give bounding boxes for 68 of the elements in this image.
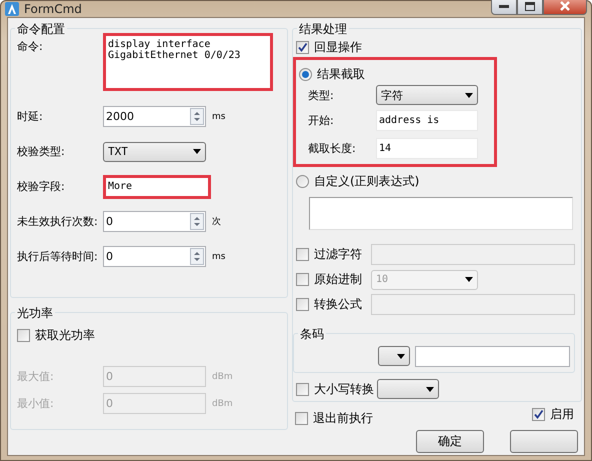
command-field[interactable]: display interface GigabitEthernet 0/0/23 — [103, 33, 273, 91]
maximize-icon — [525, 2, 535, 10]
text-field[interactable] — [415, 346, 570, 366]
spin-field[interactable]: 0 — [103, 211, 206, 232]
field-label: 校验字段: — [16, 179, 66, 194]
group-title: 光功率 — [15, 305, 55, 322]
checkbox-label: 退出前执行 — [313, 410, 373, 426]
spin-arrows-icon — [190, 213, 204, 230]
unit-label: ms — [212, 252, 226, 262]
field-label: 时延: — [16, 109, 44, 124]
unit-label: ms — [212, 112, 226, 122]
unit-label: dBm — [212, 372, 233, 382]
checkbox[interactable] — [532, 408, 545, 420]
checkbox-label: 大小写转换 — [314, 380, 374, 398]
field-label: 开始: — [307, 112, 335, 128]
text-field[interactable]: 14 — [376, 138, 478, 158]
check-mark-icon — [533, 408, 544, 420]
app-icon — [5, 2, 19, 16]
checkbox-label: 原始进制 — [314, 271, 362, 288]
caret-icon — [397, 354, 405, 358]
close-button[interactable] — [543, 0, 587, 15]
text-field[interactable]: address is — [376, 110, 478, 130]
caret-icon — [465, 92, 473, 98]
checkbox-label: 转换公式 — [314, 296, 362, 313]
minimize-button[interactable] — [491, 0, 517, 15]
field-label: 截取长度: — [307, 140, 357, 156]
regex-field[interactable] — [309, 197, 573, 230]
spin-arrows-icon — [190, 108, 204, 125]
text-field[interactable]: More — [103, 174, 211, 198]
unit-label: dBm — [212, 398, 233, 408]
field-label: 校验类型: — [16, 144, 66, 159]
field-label: 未生效执行次数: — [16, 214, 99, 229]
checkbox-label: 回显操作 — [314, 38, 362, 56]
field-label: 类型: — [307, 88, 335, 102]
radio-dot-icon — [300, 68, 311, 80]
radio-label: 自定义(正则表达式) — [314, 172, 420, 190]
field-label: 最小值: — [16, 396, 55, 411]
caret-icon — [426, 386, 434, 392]
check-mark-icon — [297, 42, 308, 52]
dropdown[interactable]: 字符 — [376, 85, 478, 105]
checkbox-label: 启用 — [550, 406, 574, 422]
radio-label: 结果截取 — [317, 66, 365, 82]
maximize-button[interactable] — [517, 0, 543, 15]
dropdown[interactable] — [378, 346, 410, 366]
spin-arrows-icon — [190, 248, 204, 265]
checkbox[interactable] — [296, 40, 309, 54]
dropdown[interactable]: TXT — [103, 142, 206, 162]
caret-icon — [193, 149, 201, 154]
dialog-button[interactable]: 确定 — [416, 430, 484, 453]
group-title: 命令配置 — [15, 21, 67, 38]
checkbox-label: 过滤字符 — [314, 246, 362, 263]
window-title: FormCmd — [24, 2, 82, 16]
unit-label: 次 — [212, 216, 221, 228]
checkbox[interactable] — [296, 382, 309, 396]
radio-button[interactable] — [296, 174, 309, 188]
close-icon — [560, 1, 570, 11]
field-label: 命令: — [16, 39, 44, 54]
radio-button[interactable] — [299, 68, 312, 80]
checkbox[interactable] — [295, 412, 308, 424]
minimize-icon — [499, 4, 509, 8]
spin-field[interactable]: 0 — [103, 246, 206, 267]
dialog-button[interactable] — [510, 430, 578, 453]
checkbox-label: 获取光功率 — [35, 326, 95, 344]
field-label: 最大值: — [16, 369, 55, 384]
spin-field[interactable]: 2000 — [103, 106, 206, 127]
checkbox[interactable] — [17, 328, 30, 342]
caret-icon — [465, 277, 473, 282]
field-label: 执行后等待时间: — [16, 249, 99, 264]
